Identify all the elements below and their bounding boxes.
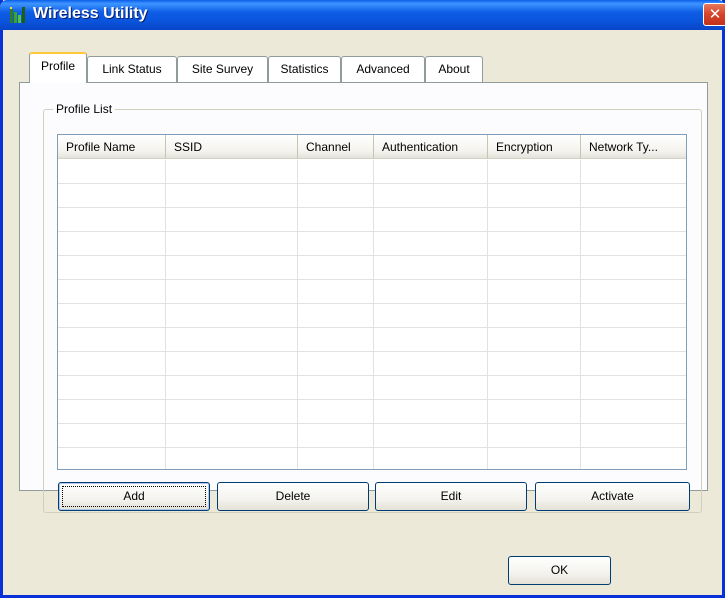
list-body[interactable] [58, 160, 686, 469]
list-row [58, 160, 686, 184]
edit-button-label: Edit [440, 489, 462, 503]
edit-button[interactable]: Edit [375, 482, 527, 511]
list-row [58, 328, 686, 352]
ok-button[interactable]: OK [508, 556, 611, 585]
column-header-ssid[interactable]: SSID [166, 135, 298, 159]
add-button[interactable]: Add [58, 482, 210, 511]
list-row [58, 400, 686, 424]
list-header: Profile Name SSID Channel Authentication… [58, 135, 686, 159]
grid-line [165, 160, 166, 469]
list-row [58, 352, 686, 376]
tab-link-status[interactable]: Link Status [87, 56, 177, 82]
list-row [58, 448, 686, 469]
grid-line [580, 160, 581, 469]
title-bar[interactable]: Wireless Utility ✕ [0, 0, 725, 30]
tab-about[interactable]: About [425, 56, 483, 82]
profile-list-view[interactable]: Profile Name SSID Channel Authentication… [57, 134, 687, 470]
delete-button-label: Delete [275, 489, 311, 503]
grid-line [373, 160, 374, 469]
list-row [58, 256, 686, 280]
list-row [58, 376, 686, 400]
signal-bars-icon [10, 7, 25, 23]
column-header-profile-name[interactable]: Profile Name [58, 135, 166, 159]
list-row [58, 280, 686, 304]
ok-button-label: OK [550, 563, 569, 577]
grid-line [297, 160, 298, 469]
tab-advanced[interactable]: Advanced [341, 56, 425, 82]
grid-line [487, 160, 488, 469]
tab-site-survey[interactable]: Site Survey [177, 56, 268, 82]
tab-statistics[interactable]: Statistics [268, 56, 341, 82]
list-row [58, 424, 686, 448]
column-header-encryption[interactable]: Encryption [488, 135, 581, 159]
activate-button-label: Activate [591, 489, 634, 503]
close-button[interactable]: ✕ [703, 3, 725, 26]
activate-button[interactable]: Activate [535, 482, 690, 511]
list-row [58, 304, 686, 328]
delete-button[interactable]: Delete [217, 482, 369, 511]
column-header-authentication[interactable]: Authentication [374, 135, 488, 159]
list-row [58, 208, 686, 232]
profile-list-label: Profile List [53, 102, 116, 116]
focus-rect [62, 486, 206, 507]
list-row [58, 232, 686, 256]
column-header-network-type[interactable]: Network Ty... [581, 135, 686, 159]
column-header-channel[interactable]: Channel [298, 135, 374, 159]
window-title: Wireless Utility [33, 5, 148, 22]
tab-profile[interactable]: Profile [29, 52, 87, 83]
list-row [58, 184, 686, 208]
